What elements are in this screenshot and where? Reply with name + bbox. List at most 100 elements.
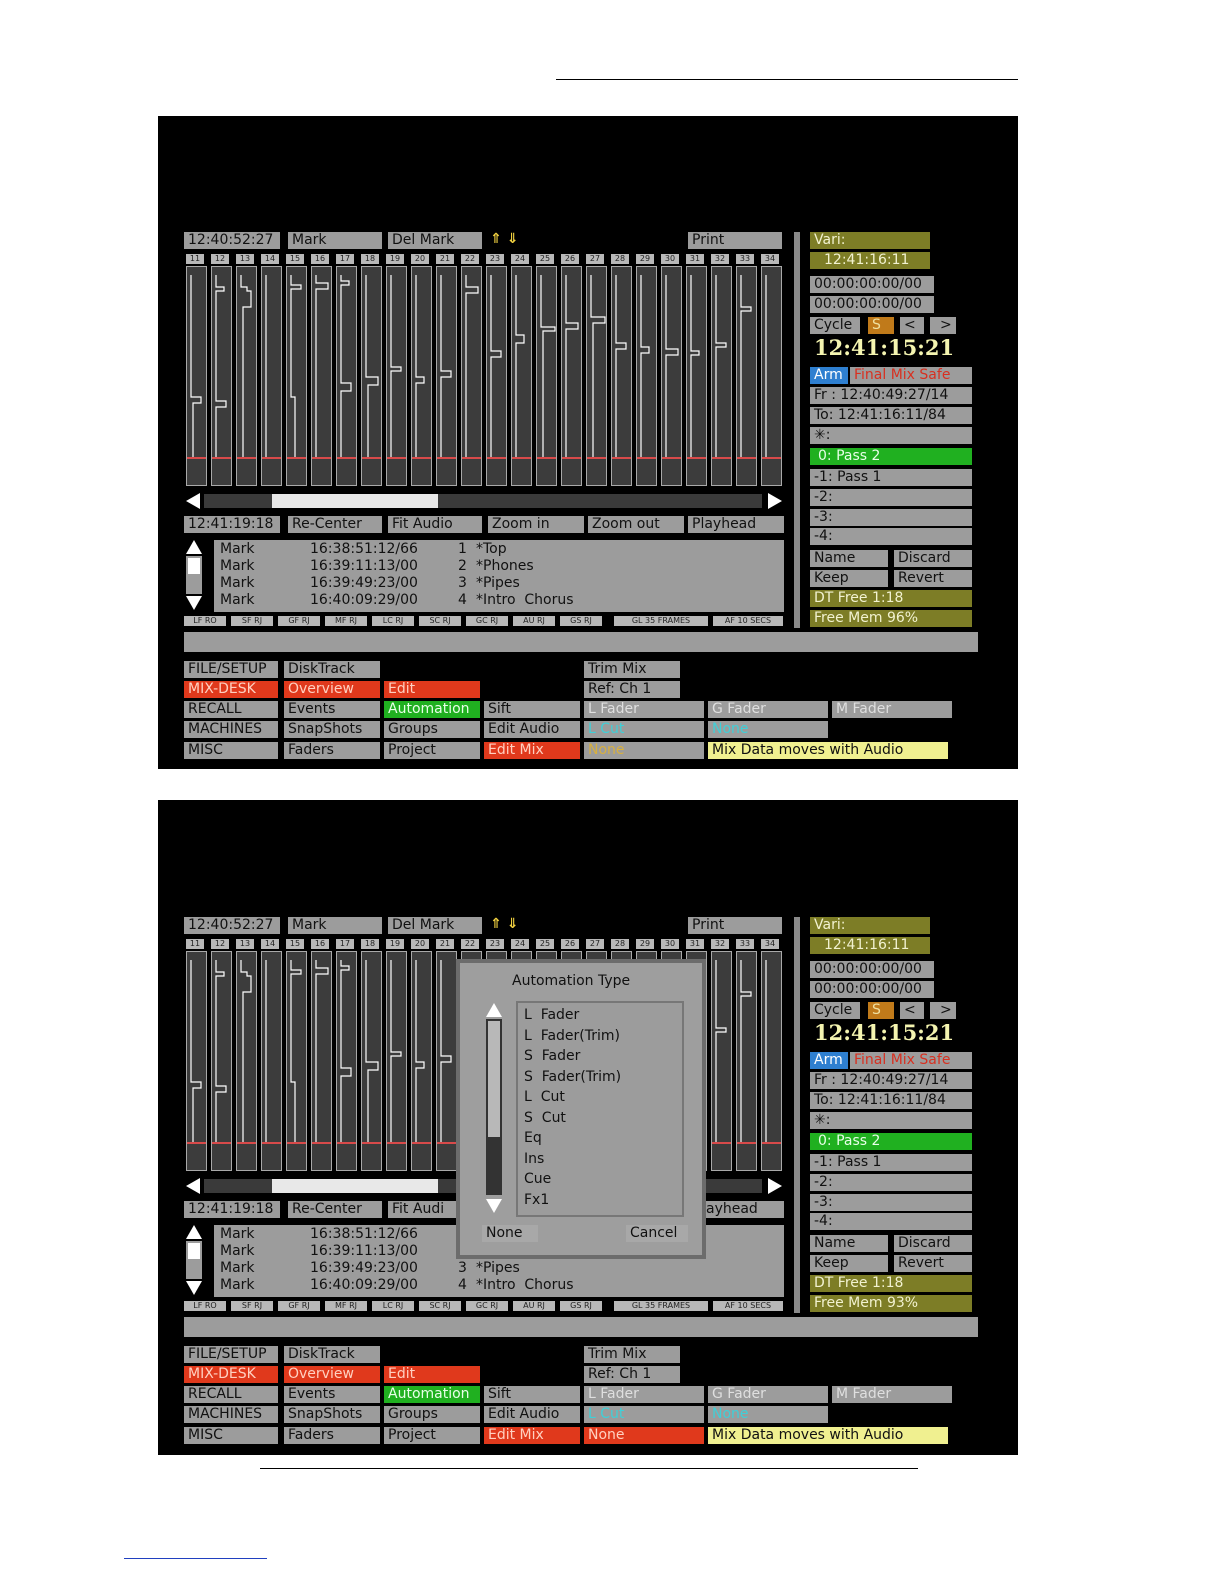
- automation-lane[interactable]: [311, 266, 332, 486]
- automation-lane[interactable]: [236, 266, 257, 486]
- edit-audio-button[interactable]: Edit Audio: [484, 721, 580, 738]
- track-number-label[interactable]: 13: [236, 254, 254, 264]
- track-number-label[interactable]: 32: [711, 939, 729, 949]
- disktrack-button[interactable]: DiskTrack: [284, 661, 380, 678]
- list-item[interactable]: S Fader: [524, 1048, 580, 1065]
- next-button[interactable]: >: [930, 317, 956, 334]
- mark-list-scroll-thumb[interactable]: [188, 1243, 200, 1259]
- list-item[interactable]: L Fader(Trim): [524, 1028, 620, 1045]
- arm-button[interactable]: Arm: [810, 1052, 848, 1069]
- timecode-field-1[interactable]: 00:00:00:00/00: [810, 276, 934, 293]
- snapshots-button[interactable]: SnapShots: [284, 1406, 380, 1423]
- track-number-label[interactable]: 25: [536, 254, 554, 264]
- automation-lane[interactable]: [386, 951, 407, 1171]
- recenter-button[interactable]: Re-Center: [288, 516, 382, 533]
- track-number-label[interactable]: 16: [311, 939, 329, 949]
- track-number-label[interactable]: 31: [686, 254, 704, 264]
- automation-lane[interactable]: [611, 266, 632, 486]
- track-number-label[interactable]: 15: [286, 254, 304, 264]
- automation-lane[interactable]: [336, 266, 357, 486]
- revert-button[interactable]: Revert: [894, 1255, 972, 1272]
- track-number-label[interactable]: 18: [361, 939, 379, 949]
- g-fader-button[interactable]: G Fader: [708, 1386, 828, 1403]
- pass-item-1[interactable]: -1: Pass 1: [810, 1154, 972, 1171]
- automation-lane[interactable]: [736, 266, 757, 486]
- track-number-label[interactable]: 14: [261, 254, 279, 264]
- dialog-scroll-down-arrow-icon[interactable]: [486, 1199, 502, 1213]
- track-number-label[interactable]: 24: [511, 254, 529, 264]
- snapshots-button[interactable]: SnapShots: [284, 721, 380, 738]
- prev-button[interactable]: <: [900, 317, 924, 334]
- ref-ch-button[interactable]: Ref: Ch 1: [584, 681, 680, 698]
- track-number-label[interactable]: 13: [236, 939, 254, 949]
- automation-lane[interactable]: [761, 951, 782, 1171]
- zoom-in-button[interactable]: Zoom in: [488, 516, 584, 533]
- automation-lane[interactable]: [736, 951, 757, 1171]
- automation-lane[interactable]: [211, 951, 232, 1171]
- arm-button[interactable]: Arm: [810, 367, 848, 384]
- automation-lane[interactable]: [211, 266, 232, 486]
- mark-list-down-arrow-icon[interactable]: [186, 596, 202, 610]
- automation-lane[interactable]: [761, 266, 782, 486]
- track-number-label[interactable]: 20: [411, 939, 429, 949]
- track-number-label[interactable]: 29: [636, 254, 654, 264]
- mix-desk-button[interactable]: MIX-DESK: [184, 681, 278, 698]
- misc-button[interactable]: MISC: [184, 1427, 278, 1444]
- track-number-label[interactable]: 34: [761, 254, 779, 264]
- automation-lane[interactable]: [236, 951, 257, 1171]
- print-button[interactable]: Print: [688, 232, 782, 249]
- disktrack-button[interactable]: DiskTrack: [284, 1346, 380, 1363]
- automation-lane[interactable]: [411, 266, 432, 486]
- automation-lane[interactable]: [261, 951, 282, 1171]
- keep-button[interactable]: Keep: [810, 1255, 888, 1272]
- track-number-label[interactable]: 11: [186, 939, 204, 949]
- automation-lane[interactable]: [286, 266, 307, 486]
- edit-mix-button[interactable]: Edit Mix: [484, 1427, 580, 1444]
- machines-button[interactable]: MACHINES: [184, 1406, 278, 1423]
- track-number-label[interactable]: 28: [611, 254, 629, 264]
- star-pass-slot[interactable]: ✳:: [810, 1112, 972, 1129]
- automation-lane[interactable]: [386, 266, 407, 486]
- scroll-right-arrow-icon[interactable]: [768, 1178, 782, 1194]
- track-number-label[interactable]: 11: [186, 254, 204, 264]
- l-fader-button[interactable]: L Fader: [584, 1386, 704, 1403]
- automation-lane[interactable]: [536, 266, 557, 486]
- pass-item-4[interactable]: -4:: [810, 528, 972, 545]
- mark-list[interactable]: Mark 16:38:51:12/66 1 *Top Mark 16:39:11:13/…: [214, 540, 784, 612]
- discard-button[interactable]: Discard: [894, 550, 972, 567]
- track-number-label[interactable]: 12: [211, 939, 229, 949]
- scroll-right-arrow-icon[interactable]: [768, 493, 782, 509]
- l-cut-button[interactable]: L Cut: [584, 1406, 704, 1423]
- automation-type-list[interactable]: L Fader L Fader(Trim) S Fader S Fader(Tr…: [516, 1001, 684, 1217]
- final-mix-safe-button[interactable]: Final Mix Safe: [850, 367, 972, 384]
- automation-lane[interactable]: [361, 266, 382, 486]
- star-pass-slot[interactable]: ✳:: [810, 427, 972, 444]
- automation-lane[interactable]: [661, 266, 682, 486]
- track-number-label[interactable]: 26: [561, 254, 579, 264]
- fit-audio-button[interactable]: Fit Audio: [388, 516, 482, 533]
- automation-button[interactable]: Automation: [384, 1386, 480, 1403]
- track-number-label[interactable]: 15: [286, 939, 304, 949]
- list-item[interactable]: L Fader: [524, 1007, 579, 1024]
- sift-button[interactable]: Sift: [484, 1386, 580, 1403]
- recall-button[interactable]: RECALL: [184, 1386, 278, 1403]
- overview-button[interactable]: Overview: [284, 1366, 380, 1383]
- groups-button[interactable]: Groups: [384, 1406, 480, 1423]
- track-number-label[interactable]: 17: [336, 939, 354, 949]
- m-fader-button[interactable]: M Fader: [832, 701, 952, 718]
- sift-button[interactable]: Sift: [484, 701, 580, 718]
- dialog-scroll-up-arrow-icon[interactable]: [486, 1003, 502, 1017]
- automation-lane[interactable]: [436, 951, 457, 1171]
- events-button[interactable]: Events: [284, 701, 380, 718]
- automation-lane[interactable]: [361, 951, 382, 1171]
- playhead-button[interactable]: ayhead: [706, 1201, 784, 1218]
- pass-item-4[interactable]: -4:: [810, 1213, 972, 1230]
- list-item[interactable]: Fx1: [524, 1192, 549, 1209]
- pass-item-3[interactable]: -3:: [810, 509, 972, 526]
- timecode-field-2[interactable]: 00:00:00:00/00: [810, 981, 934, 998]
- automation-lane[interactable]: [511, 266, 532, 486]
- del-mark-button[interactable]: Del Mark: [388, 232, 482, 249]
- revert-button[interactable]: Revert: [894, 570, 972, 587]
- recenter-button[interactable]: Re-Center: [288, 1201, 382, 1218]
- track-number-label[interactable]: 22: [461, 939, 479, 949]
